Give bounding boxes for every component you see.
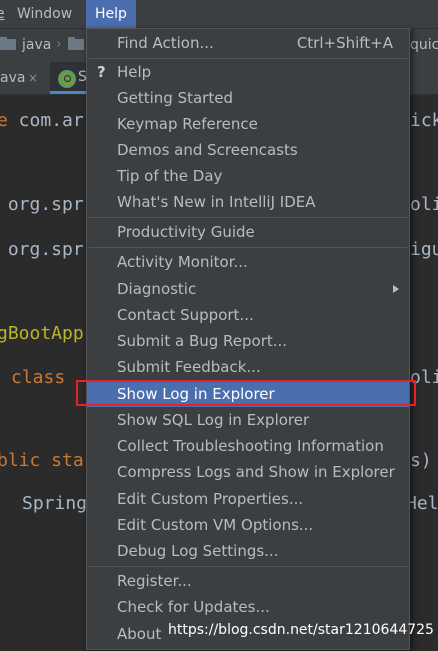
chevron-right-icon: › <box>56 36 62 52</box>
menu-item-productivity-guide[interactable]: Productivity Guide <box>87 219 409 245</box>
menu-item-label: Collect Troubleshooting Information <box>117 437 384 455</box>
menu-item-find-action[interactable]: Find Action... Ctrl+Shift+A <box>87 30 409 56</box>
menu-item-show-sql-log[interactable]: Show SQL Log in Explorer <box>87 407 409 433</box>
menu-item-label: Register... <box>117 572 192 590</box>
menu-item-label: Debug Log Settings... <box>117 542 279 560</box>
code-line-right: s) <box>410 450 432 471</box>
menu-window[interactable]: Window <box>17 0 72 28</box>
help-question-icon: ? <box>97 63 106 81</box>
menu-item-label: Tip of the Day <box>117 167 223 185</box>
menu-item-getting-started[interactable]: Getting Started <box>87 85 409 111</box>
menu-item-label: Diagnostic <box>117 280 197 298</box>
menu-edit-partial[interactable]: e <box>0 0 5 28</box>
folder-icon <box>68 37 84 50</box>
watermark-url: https://blog.csdn.net/star1210644725 <box>168 622 434 638</box>
code-line: gBootApp <box>0 323 84 344</box>
menu-item-shortcut: Ctrl+Shift+A <box>296 34 393 52</box>
menu-item-label: Check for Updates... <box>117 598 270 616</box>
highlight-annotation-box <box>76 380 416 406</box>
close-icon[interactable]: × <box>28 62 38 94</box>
menu-item-debug-log-settings[interactable]: Debug Log Settings... <box>87 538 409 564</box>
menu-item-label: Submit Feedback... <box>117 358 261 376</box>
menu-separator <box>89 566 407 567</box>
menu-item-diagnostic[interactable]: Diagnostic <box>87 276 409 302</box>
code-line: e com.ar <box>0 110 84 131</box>
menu-item-activity-monitor[interactable]: Activity Monitor... <box>87 249 409 275</box>
menu-item-label: Compress Logs and Show in Explorer <box>117 463 395 481</box>
menu-item-whats-new[interactable]: What's New in IntelliJ IDEA <box>87 189 409 215</box>
menu-item-label: About <box>117 625 162 643</box>
menu-item-collect-troubleshooting[interactable]: Collect Troubleshooting Information <box>87 433 409 459</box>
menu-item-label: Help <box>117 63 152 81</box>
menu-item-label: Show SQL Log in Explorer <box>117 411 310 429</box>
menu-item-label: Activity Monitor... <box>117 253 248 271</box>
menu-item-label: Demos and Screencasts <box>117 141 298 159</box>
menu-item-label: Keymap Reference <box>117 115 258 133</box>
menu-item-label: What's New in IntelliJ IDEA <box>117 193 316 211</box>
code-line: class <box>11 367 66 388</box>
tab-java-file[interactable]: ava <box>0 62 25 94</box>
code-line-right: igu <box>410 239 438 260</box>
menu-item-submit-bug-report[interactable]: Submit a Bug Report... <box>87 328 409 354</box>
menu-item-demos-screencasts[interactable]: Demos and Screencasts <box>87 137 409 163</box>
code-line-right: ick <box>410 110 438 131</box>
menu-item-check-for-updates[interactable]: Check for Updates... <box>87 594 409 620</box>
breadcrumb-quick[interactable]: quick <box>410 37 438 54</box>
menu-item-compress-logs[interactable]: Compress Logs and Show in Explorer <box>87 459 409 485</box>
folder-icon <box>0 37 16 50</box>
menu-item-edit-custom-properties[interactable]: Edit Custom Properties... <box>87 486 409 512</box>
menu-item-label: Find Action... <box>117 34 214 52</box>
menu-item-contact-support[interactable]: Contact Support... <box>87 302 409 328</box>
menu-item-label: Productivity Guide <box>117 223 255 241</box>
menu-item-label: Submit a Bug Report... <box>117 332 288 350</box>
menu-item-tip-of-the-day[interactable]: Tip of the Day <box>87 163 409 189</box>
code-line-right: Hel <box>406 493 438 514</box>
code-line-right: oli <box>410 194 438 215</box>
code-line: org.spr <box>0 194 84 215</box>
menu-help[interactable]: Help <box>86 0 136 28</box>
code-line: Spring <box>22 493 88 514</box>
menu-item-label: Contact Support... <box>117 306 254 324</box>
menu-item-edit-custom-vm-options[interactable]: Edit Custom VM Options... <box>87 512 409 538</box>
submenu-arrow-icon <box>393 285 399 293</box>
help-menu: Find Action... Ctrl+Shift+A ? Help Getti… <box>86 28 410 650</box>
breadcrumb-java[interactable]: java <box>22 37 51 54</box>
menu-item-submit-feedback[interactable]: Submit Feedback... <box>87 354 409 380</box>
code-line: blic sta <box>0 450 84 471</box>
menu-item-help[interactable]: ? Help <box>87 59 409 85</box>
menu-item-label: Edit Custom Properties... <box>117 490 304 508</box>
menu-item-register[interactable]: Register... <box>87 568 409 594</box>
spring-boot-icon <box>58 70 76 88</box>
code-line: org.spr <box>0 239 84 260</box>
menu-separator <box>89 247 407 248</box>
menu-bar: e Window Help <box>0 0 438 29</box>
menu-item-label: Getting Started <box>117 89 233 107</box>
menu-separator <box>89 217 407 218</box>
menu-item-label: Edit Custom VM Options... <box>117 516 314 534</box>
menu-item-keymap-reference[interactable]: Keymap Reference <box>87 111 409 137</box>
